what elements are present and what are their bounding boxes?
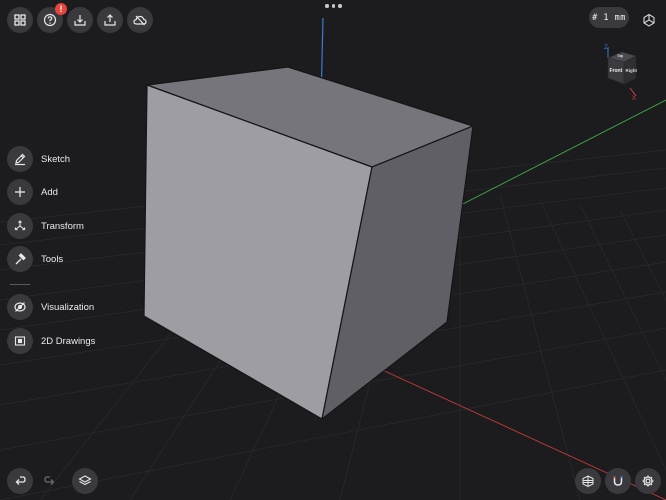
- sidebar-item-label: Visualization: [41, 301, 95, 313]
- view-cube-top-label: Top: [617, 54, 623, 58]
- sidebar-item-label: Transform: [41, 220, 84, 232]
- view-cube-front-label: Front: [610, 68, 623, 74]
- pencil-icon: [15, 153, 26, 166]
- sidebar-divider: [10, 284, 30, 285]
- material-button[interactable]: [575, 468, 601, 494]
- striped-cube-icon: [582, 475, 594, 488]
- hammer-icon: [15, 253, 26, 265]
- sidebar-item-add[interactable]: Add: [7, 179, 58, 205]
- layers-button[interactable]: [72, 468, 98, 494]
- view-cube[interactable]: Z X Top Front Right: [600, 44, 642, 102]
- sidebar-item-label: Add: [41, 186, 58, 198]
- drawing-sheet-icon: [14, 336, 26, 346]
- sidebar-item-sketch[interactable]: Sketch: [7, 146, 70, 172]
- upload-tray-icon: [104, 14, 116, 26]
- sidebar-item-tools[interactable]: Tools: [7, 246, 63, 272]
- import-button[interactable]: [67, 7, 93, 33]
- 3d-viewport[interactable]: [0, 0, 666, 500]
- sidebar-item-label: Sketch: [41, 153, 71, 165]
- undo-button[interactable]: [7, 468, 33, 494]
- grid-size-button[interactable]: # 1 mm: [589, 7, 629, 28]
- sidebar-item-2d-drawings[interactable]: 2D Drawings: [7, 328, 95, 354]
- layers-icon: [78, 475, 92, 486]
- axis-x-label: X: [632, 96, 636, 100]
- iso-view-icon: [643, 13, 655, 27]
- cloud-sync-button[interactable]: [127, 7, 153, 33]
- workspaces-button[interactable]: [7, 7, 33, 33]
- download-tray-icon: [74, 15, 86, 26]
- grid-apps-icon: [14, 14, 26, 26]
- redo-button[interactable]: [37, 468, 63, 494]
- question-icon: [43, 13, 57, 27]
- transform-arrows-icon: [14, 220, 26, 231]
- help-button[interactable]: !: [37, 3, 67, 33]
- snapping-button[interactable]: [605, 468, 631, 494]
- settings-button[interactable]: [635, 468, 661, 494]
- undo-icon: [15, 476, 26, 485]
- notification-badge: !: [55, 3, 67, 15]
- redo-icon: [44, 476, 55, 485]
- sidebar-item-transform[interactable]: Transform: [7, 213, 84, 239]
- axis-z-label: Z: [604, 45, 608, 51]
- export-button[interactable]: [97, 7, 123, 33]
- cloud-off-icon: [133, 15, 147, 26]
- more-options-dots[interactable]: [325, 4, 342, 8]
- view-cube-right-label: Right: [626, 68, 638, 73]
- gear-icon: [642, 475, 654, 487]
- plus-icon: [15, 187, 25, 197]
- view-mode-button[interactable]: [636, 7, 662, 33]
- sidebar-item-label: Tools: [41, 253, 64, 265]
- visualization-icon: [14, 302, 26, 312]
- sidebar-item-visualization[interactable]: Visualization: [7, 294, 94, 320]
- magnet-icon: [613, 476, 623, 486]
- sidebar-item-label: 2D Drawings: [41, 335, 96, 347]
